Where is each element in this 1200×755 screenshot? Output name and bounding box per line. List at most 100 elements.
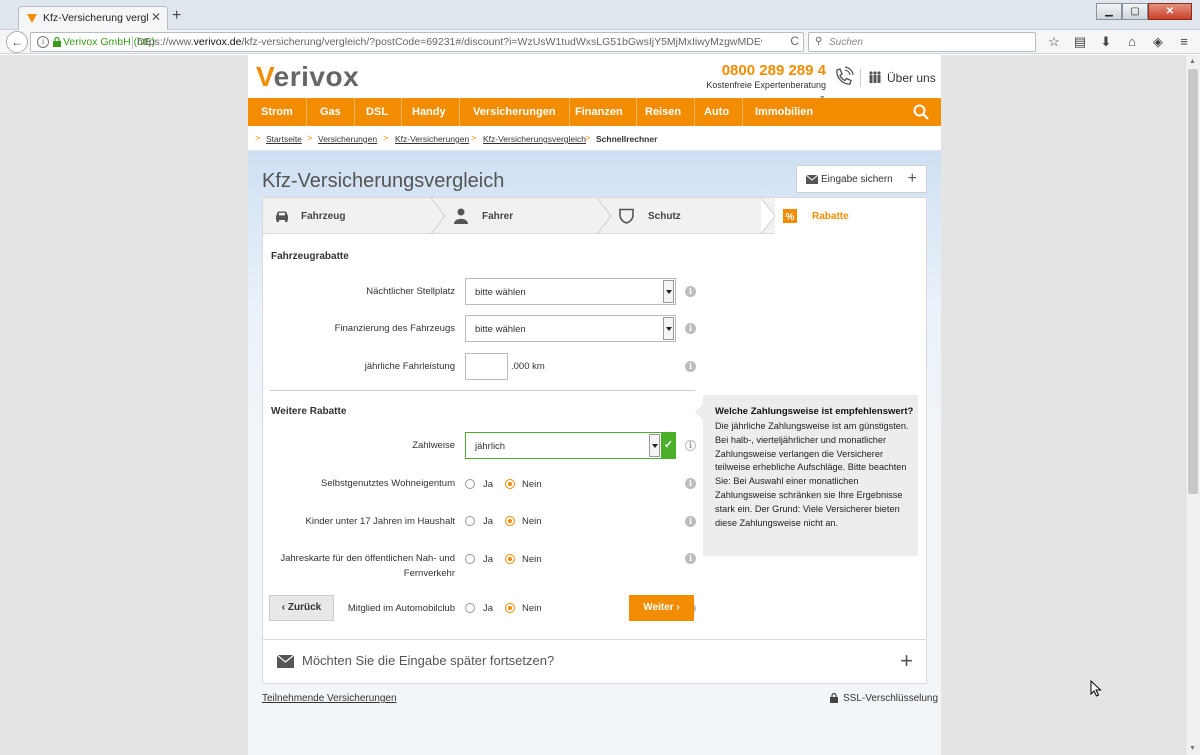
tab-title: Kfz-Versicherung vergleichen <box>43 12 149 24</box>
close-window-button[interactable]: ✕ <box>1148 3 1192 20</box>
step-fahrzeug[interactable]: Fahrzeug <box>263 198 433 234</box>
nav-item-gas[interactable]: Gas <box>307 98 355 126</box>
chevron-down-icon <box>663 280 674 303</box>
breadcrumb-kfz-versicherungsvergleich[interactable]: Kfz-Versicherungsvergleich <box>483 134 586 144</box>
fahrleistung-input[interactable] <box>465 353 508 380</box>
search-icon[interactable] <box>913 104 929 120</box>
wohneigentum-ja-radio[interactable] <box>465 479 475 489</box>
continue-later-panel[interactable]: Möchten Sie die Eingabe später fortsetze… <box>262 640 927 684</box>
star-icon[interactable]: ☆ <box>1044 34 1064 50</box>
automobilclub-ja-radio[interactable] <box>465 603 475 613</box>
stellplatz-select[interactable]: bitte wählen <box>465 278 676 305</box>
about-link[interactable]: Über uns <box>887 71 936 85</box>
chevron-down-icon <box>663 317 674 340</box>
automobilclub-nein-radio[interactable] <box>505 603 515 613</box>
info-icon[interactable]: i <box>685 286 696 297</box>
logo-text: erivox <box>273 61 360 92</box>
finanzierung-label: Finanzierung des Fahrzeugs <box>334 323 455 334</box>
home-icon[interactable]: ⌂ <box>1122 34 1142 50</box>
scroll-up-icon[interactable]: ▲ <box>1189 58 1196 65</box>
info-icon[interactable]: i <box>685 323 696 334</box>
step-label-fahrzeug: Fahrzeug <box>301 211 346 222</box>
kinder-nein-radio[interactable] <box>505 516 515 526</box>
breadcrumb-kfz-versicherungen[interactable]: Kfz-Versicherungen <box>395 134 469 144</box>
back-button[interactable]: ‹ Zurück <box>269 595 334 621</box>
info-icon[interactable]: i <box>685 478 696 489</box>
radio-label-ja: Ja <box>483 554 494 565</box>
nav-item-reisen[interactable]: Reisen <box>632 98 696 126</box>
step-label-fahrer: Fahrer <box>482 211 514 222</box>
pocket-icon[interactable]: ◈ <box>1148 34 1168 50</box>
chevron-down-icon <box>649 434 660 457</box>
minimize-button[interactable]: ▁ <box>1096 3 1122 20</box>
nav-item-strom[interactable]: Strom <box>248 98 307 126</box>
verivox-logo[interactable]: Verivox <box>256 61 359 93</box>
nav-item-versicherungen[interactable]: Versicherungen <box>460 98 570 126</box>
save-input-button[interactable]: Eingabe sichern + <box>796 165 927 193</box>
car-icon <box>276 211 288 222</box>
zahlweise-select[interactable]: jährlich <box>465 432 662 459</box>
reading-list-icon[interactable]: ▤ <box>1070 34 1090 50</box>
radio-label-nein: Nein <box>522 603 542 614</box>
nav-item-auto[interactable]: Auto <box>691 98 744 126</box>
info-icon[interactable]: i <box>685 553 696 564</box>
wohneigentum-nein-radio[interactable] <box>505 479 515 489</box>
scroll-thumb[interactable] <box>1188 69 1198 494</box>
step-fahrer[interactable]: Fahrer <box>445 198 600 234</box>
info-icon[interactable]: i <box>685 361 696 372</box>
url-text[interactable]: https://www.verivox.de/kfz-versicherung/… <box>137 36 762 48</box>
page-scrollbar[interactable]: ▲ ▼ <box>1185 55 1200 755</box>
step-label-schutz: Schutz <box>648 211 681 222</box>
maximize-button[interactable]: ▢ <box>1122 3 1148 20</box>
radio-label-nein: Nein <box>522 554 542 565</box>
next-button[interactable]: Weiter › <box>629 595 694 621</box>
breadcrumb-arrow-icon: > <box>383 133 389 143</box>
shield-icon <box>619 208 634 224</box>
back-arrow-icon[interactable]: ← <box>6 31 28 53</box>
participating-insurers-link[interactable]: Teilnehmende Versicherungen <box>262 693 397 704</box>
plus-icon[interactable]: + <box>900 648 913 674</box>
tab-close-icon[interactable]: ✕ <box>151 10 161 24</box>
step-schutz[interactable]: Schutz <box>611 198 761 234</box>
nav-item-finanzen[interactable]: Finanzen <box>562 98 637 126</box>
nav-item-dsl[interactable]: DSL <box>353 98 402 126</box>
browser-tab[interactable]: Kfz-Versicherung vergleichen ✕ <box>18 6 168 30</box>
kinder-ja-radio[interactable] <box>465 516 475 526</box>
info-icon[interactable]: i <box>685 516 696 527</box>
valid-check-icon: ✓ <box>661 432 676 459</box>
nav-item-immobilien[interactable]: Immobilien <box>742 98 826 126</box>
menu-icon[interactable]: ≡ <box>1174 34 1194 50</box>
download-icon[interactable]: ⬇ <box>1096 34 1116 50</box>
jahreskarte-label-line1: Jahreskarte für den öffentlichen Nah- un… <box>280 553 455 564</box>
phone-icon[interactable] <box>832 66 854 88</box>
finanzierung-select[interactable]: bitte wählen <box>465 315 676 342</box>
jahreskarte-nein-radio[interactable] <box>505 554 515 564</box>
tooltip-body: Die jährliche Zahlungsweise ist am günst… <box>715 421 909 528</box>
breadcrumb-arrow-icon: > <box>471 133 477 143</box>
phone-number[interactable]: 0800 289 289 4 <box>698 62 826 79</box>
section-title-fahrzeugrabatte: Fahrzeugrabatte <box>271 251 349 262</box>
section-title-weitere-rabatte: Weitere Rabatte <box>271 406 347 417</box>
breadcrumb-versicherungen[interactable]: Versicherungen <box>318 134 377 144</box>
jahreskarte-ja-radio[interactable] <box>465 554 475 564</box>
site-info-icon[interactable]: i <box>37 36 49 48</box>
main-navigation: Strom Gas DSL Handy Versicherungen Finan… <box>248 98 941 126</box>
browser-search-box[interactable]: ⚲ Suchen <box>808 32 1036 52</box>
nav-item-handy[interactable]: Handy <box>399 98 460 126</box>
scroll-down-icon[interactable]: ▼ <box>1189 745 1196 752</box>
step-navigation: Fahrzeug Fahrer Schutz % Rabatte <box>263 198 926 234</box>
radio-label-ja: Ja <box>483 479 494 490</box>
breadcrumb-startseite[interactable]: Startseite <box>266 134 302 144</box>
logo-v: V <box>256 61 274 92</box>
section-divider <box>270 390 695 391</box>
url-bar[interactable]: i Verivox GmbH (DE) https://www.verivox.… <box>30 32 804 52</box>
reload-icon[interactable]: C <box>790 34 799 48</box>
step-rabatte[interactable]: % Rabatte <box>775 198 926 234</box>
info-icon[interactable]: i <box>685 440 696 451</box>
finanzierung-value: bitte wählen <box>475 324 526 335</box>
new-tab-button[interactable]: + <box>172 8 181 24</box>
phone-block[interactable]: 0800 289 289 4 Kostenfreie Expertenberat… <box>698 62 826 101</box>
radio-label-ja: Ja <box>483 603 494 614</box>
step-label-rabatte: Rabatte <box>812 211 849 222</box>
jahreskarte-label: Jahreskarte für den öffentlichen Nah- un… <box>263 551 455 581</box>
